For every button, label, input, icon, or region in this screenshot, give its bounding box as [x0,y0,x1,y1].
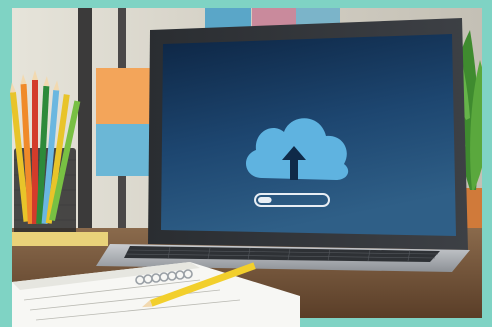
photo-content [9,0,492,327]
laptop [96,18,470,272]
orange-box [96,68,156,124]
yellow-folder [12,232,108,246]
laptop-upload-photo [0,0,492,327]
photo-frame [0,0,492,327]
shelf-post [78,8,92,228]
blue-box [96,124,156,176]
teal-border-right [482,0,492,327]
upload-progress-fill [258,197,272,203]
